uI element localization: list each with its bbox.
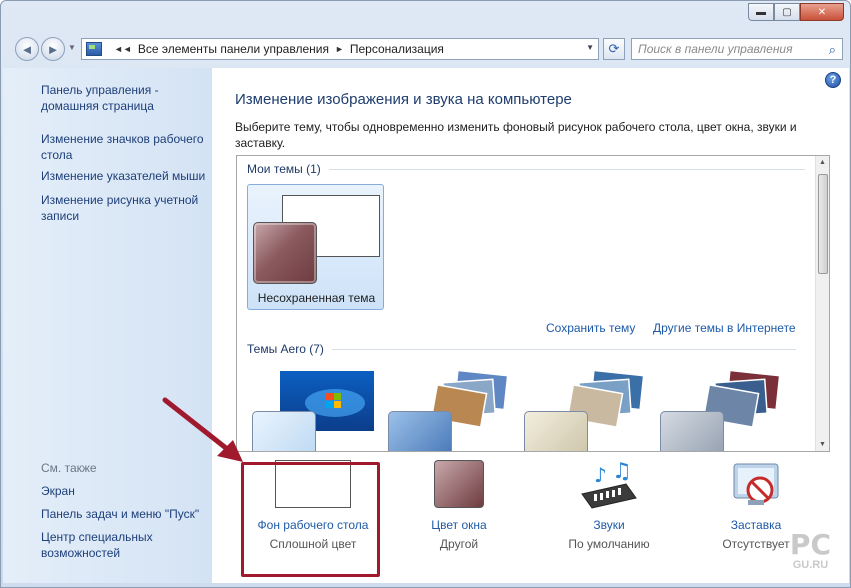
- search-input[interactable]: [638, 42, 818, 56]
- window-frame: ▬ ▢ ✕ ◄ ► ▼ ◄◄ Все элементы панели управ…: [0, 0, 851, 588]
- sounds-option[interactable]: ♪ ♫ Звуки По умолчанию: [544, 460, 674, 551]
- group-divider: [331, 348, 796, 350]
- navigation-bar: ◄ ► ▼ ◄◄ Все элементы панели управления …: [9, 35, 844, 63]
- my-themes-header-text: Мои темы (1): [247, 162, 321, 176]
- option-title: Цвет окна: [431, 518, 487, 532]
- control-panel-icon: [86, 42, 102, 56]
- aero-color-tile: [388, 411, 452, 451]
- address-dropdown-icon[interactable]: ▼: [586, 43, 594, 52]
- address-bar[interactable]: ◄◄ Все элементы панели управления ► Перс…: [81, 38, 599, 60]
- group-divider: [328, 168, 805, 170]
- sidebar-link-mouse-pointers[interactable]: Изменение указателей мыши: [41, 168, 209, 184]
- svg-text:♫: ♫: [612, 460, 632, 484]
- forward-arrow-icon: ►: [46, 41, 60, 57]
- close-button[interactable]: ✕: [800, 3, 844, 21]
- aero-theme-landscapes[interactable]: [660, 371, 782, 451]
- page-description: Выберите тему, чтобы одновременно измени…: [235, 120, 797, 150]
- sidebar-link-desktop-icons[interactable]: Изменение значков рабочего стола: [41, 131, 209, 163]
- watermark-small: GU.RU: [792, 559, 829, 571]
- themes-list[interactable]: Мои темы (1) Несохраненная тема Сохранит…: [236, 155, 830, 452]
- back-arrow-icon: ◄: [20, 41, 34, 57]
- aero-color-tile: [524, 411, 588, 451]
- refresh-button[interactable]: ⟳: [603, 38, 625, 60]
- svg-text:♪: ♪: [594, 463, 607, 487]
- sidebar: Панель управления - домашняя страница Из…: [3, 68, 212, 587]
- screensaver-icon: [733, 463, 779, 505]
- aero-themes-header: Темы Aero (7): [247, 342, 796, 356]
- theme-unsaved[interactable]: Несохраненная тема: [247, 184, 384, 310]
- aero-themes-header-text: Темы Aero (7): [247, 342, 324, 356]
- window-bottom-edge: [1, 583, 850, 587]
- sidebar-link-ease-of-access[interactable]: Центр специальных возможностей: [41, 529, 209, 561]
- option-subtitle: По умолчанию: [568, 537, 650, 551]
- sidebar-link-account-picture[interactable]: Изменение рисунка учетной записи: [41, 192, 209, 224]
- recent-pages-dropdown-icon[interactable]: ▼: [68, 43, 76, 52]
- sidebar-link-taskbar-start-menu[interactable]: Панель задач и меню "Пуск": [41, 506, 209, 522]
- sidebar-link-control-panel-home[interactable]: Панель управления - домашняя страница: [41, 82, 209, 114]
- my-themes-header: Мои темы (1): [247, 162, 805, 176]
- save-theme-link[interactable]: Сохранить тему: [546, 321, 635, 335]
- forward-button[interactable]: ►: [41, 37, 65, 61]
- breadcrumb-all-control-panel-items[interactable]: Все элементы панели управления: [138, 42, 329, 56]
- window-color-swatch-icon: [434, 460, 484, 508]
- theme-name: Несохраненная тема: [257, 291, 376, 305]
- scrollbar-thumb[interactable]: [818, 174, 828, 274]
- sidebar-link-display[interactable]: Экран: [41, 483, 209, 499]
- page-title: Изменение изображения и звука на компьют…: [235, 91, 572, 108]
- breadcrumb-separator-icon[interactable]: ◄◄: [114, 44, 132, 54]
- minimize-button[interactable]: ▬: [748, 3, 774, 21]
- aero-theme-nature[interactable]: [524, 371, 646, 451]
- help-icon[interactable]: ?: [825, 72, 841, 88]
- themes-scrollbar[interactable]: ▲ ▼: [815, 156, 829, 451]
- breadcrumb-arrow-icon[interactable]: ►: [335, 44, 344, 54]
- aero-theme-architecture[interactable]: [388, 371, 510, 451]
- option-title: Звуки: [593, 518, 625, 532]
- sounds-icon: ♪ ♫: [581, 460, 637, 509]
- scroll-up-icon[interactable]: ▲: [819, 159, 826, 166]
- content-area: Панель управления - домашняя страница Из…: [3, 68, 849, 587]
- annotation-arrow-icon: [162, 397, 243, 462]
- aero-color-tile: [660, 411, 724, 451]
- aero-theme-windows7[interactable]: [252, 371, 374, 451]
- option-subtitle: Другой: [439, 537, 479, 551]
- watermark-big: PC: [789, 528, 831, 561]
- theme-color-tile: [253, 222, 317, 284]
- window-color-option[interactable]: Цвет окна Другой: [394, 460, 524, 551]
- highlight-box: [241, 462, 380, 577]
- aero-color-tile: [252, 411, 316, 451]
- more-themes-online-link[interactable]: Другие темы в Интернете: [653, 321, 796, 335]
- maximize-button[interactable]: ▢: [774, 3, 800, 21]
- refresh-icon: ⟳: [608, 41, 620, 56]
- search-icon[interactable]: ⌕: [829, 42, 836, 58]
- search-box[interactable]: ⌕: [631, 38, 843, 60]
- scroll-down-icon[interactable]: ▼: [819, 441, 826, 448]
- back-button[interactable]: ◄: [15, 37, 39, 61]
- caption-buttons: ▬ ▢ ✕: [748, 3, 844, 21]
- breadcrumb-personalization[interactable]: Персонализация: [350, 42, 444, 56]
- watermark-logo: PC GU.RU: [789, 528, 831, 572]
